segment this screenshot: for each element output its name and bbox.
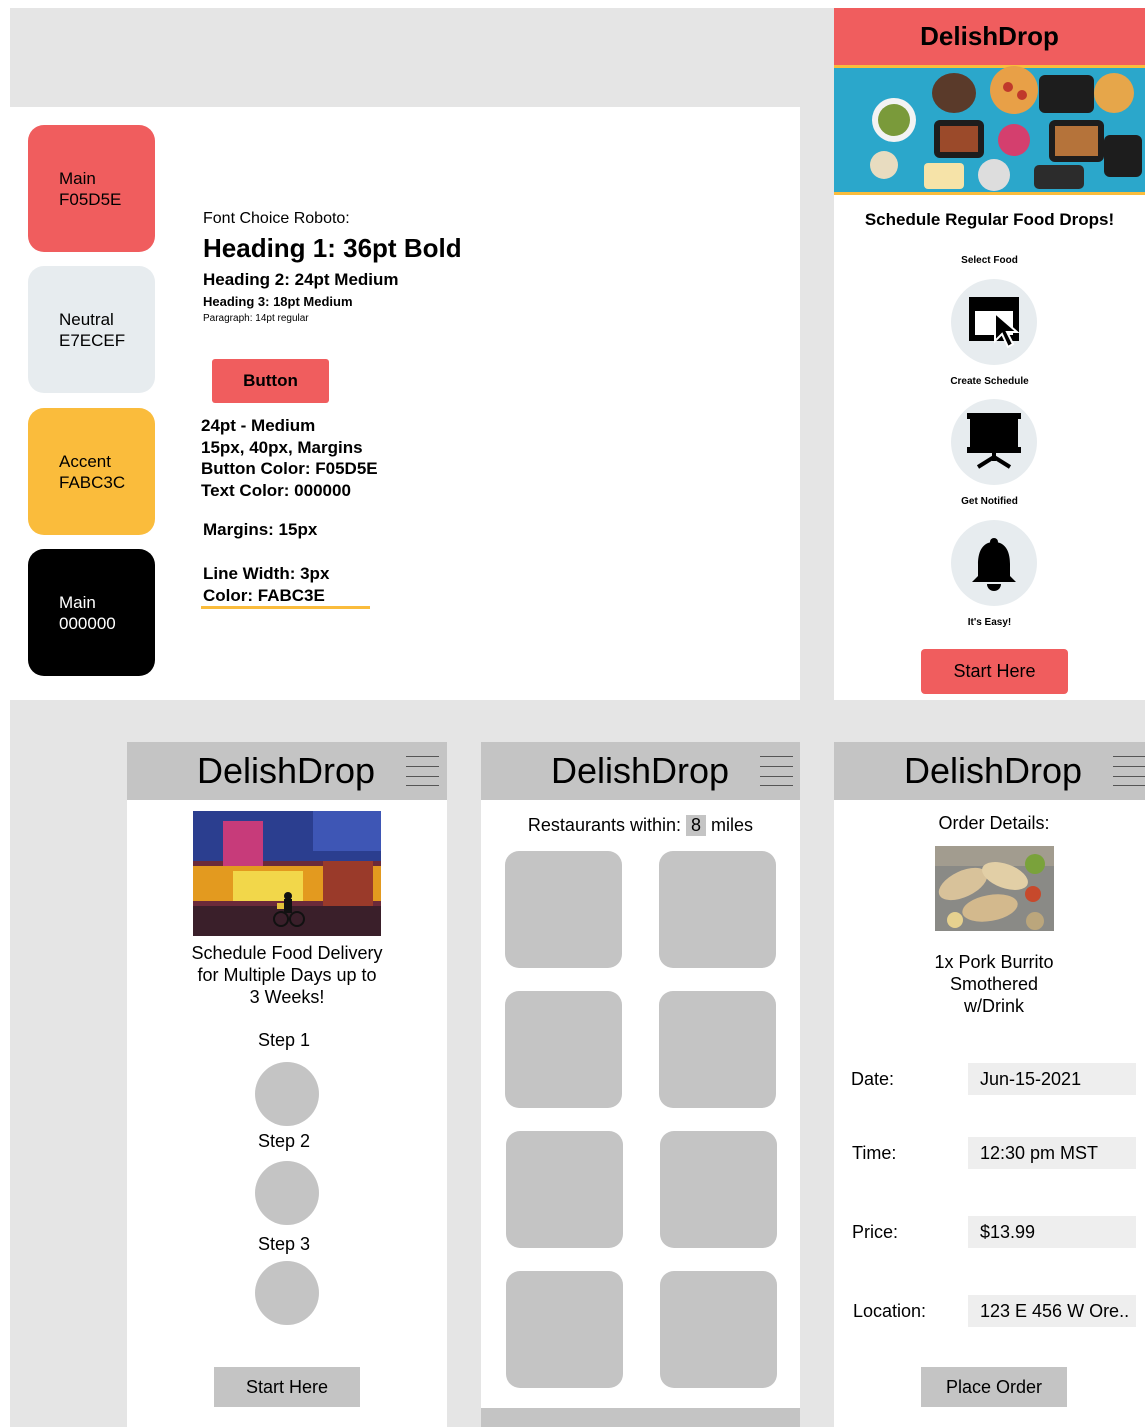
- hifi-start-button-label: Start Here: [953, 661, 1036, 681]
- price-label: Price:: [852, 1222, 899, 1242]
- hifi-header: DelishDrop: [834, 8, 1145, 65]
- restaurant-tile[interactable]: [505, 851, 622, 968]
- hamburger-menu-icon[interactable]: [1113, 756, 1145, 786]
- order-details-title: Order Details:: [938, 813, 1050, 833]
- wire-home-start-label: Start Here: [245, 1377, 329, 1397]
- sample-button-label: Button: [243, 371, 298, 390]
- step-2-label: Step 2: [258, 1131, 311, 1151]
- wire-home-description: Schedule Food Delivery for Multiple Days…: [127, 942, 447, 1008]
- button-spec: Button Color: F05D5E: [201, 459, 378, 478]
- date-label: Date:: [851, 1069, 895, 1089]
- swatch-name: Accent: [59, 451, 111, 471]
- place-order-button[interactable]: Place Order: [921, 1367, 1067, 1407]
- distance-filter-prefix: Restaurants within:: [527, 815, 681, 835]
- swatch-name: Neutral: [59, 309, 114, 329]
- restaurant-tile[interactable]: [505, 991, 622, 1108]
- step-icon-select-food[interactable]: [951, 279, 1037, 365]
- step-icon-create-schedule[interactable]: [951, 399, 1037, 485]
- swatch-neutral: Neutral E7ECEF: [28, 266, 155, 393]
- distance-filter: Restaurants within: 8 miles: [481, 815, 800, 836]
- hifi-footer-note: It's Easy!: [967, 617, 1012, 628]
- order-item-line: Smothered: [949, 974, 1039, 994]
- wire-home-start-button[interactable]: Start Here: [214, 1367, 360, 1407]
- order-item: 1x Pork Burrito Smothered w/Drink: [834, 951, 1145, 1017]
- hamburger-menu-icon[interactable]: [760, 756, 793, 786]
- wire-restaurants-header: DelishDrop: [481, 742, 800, 800]
- distance-input[interactable]: 8: [686, 815, 707, 836]
- time-field[interactable]: 12:30 pm MST: [968, 1137, 1136, 1169]
- description-line: 3 Weeks!: [249, 987, 325, 1007]
- restaurant-tile[interactable]: [659, 991, 776, 1108]
- delivery-cyclist-image: [193, 811, 381, 936]
- swatch-accent: Accent FABC3C: [28, 408, 155, 535]
- date-field[interactable]: Jun-15-2021: [968, 1063, 1136, 1095]
- restaurant-tile[interactable]: [660, 1131, 777, 1248]
- paragraph-sample: Paragraph: 14pt regular: [203, 313, 309, 324]
- step-1-circle[interactable]: [255, 1062, 319, 1126]
- location-field[interactable]: 123 E 456 W Ore..: [968, 1295, 1136, 1327]
- swatch-name: Main: [59, 592, 96, 612]
- restaurant-tile[interactable]: [660, 1271, 777, 1388]
- wire-restaurants-bottom-bar: [481, 1408, 800, 1427]
- font-choice-label: Font Choice Roboto:: [203, 210, 350, 227]
- wire-order-header: DelishDrop: [834, 742, 1145, 800]
- canvas-top-strip: [10, 8, 800, 107]
- sample-button[interactable]: Button: [212, 359, 329, 403]
- swatch-code: 000000: [59, 613, 116, 633]
- order-item-line: 1x Pork Burrito: [934, 952, 1054, 972]
- hifi-brand: DelishDrop: [920, 21, 1059, 51]
- wire-home-brand: DelishDrop: [197, 750, 376, 791]
- restaurant-tile[interactable]: [506, 1131, 623, 1248]
- food-spread-image: [834, 65, 1145, 195]
- swatch-code: FABC3C: [59, 472, 126, 492]
- cursor-window-icon: [969, 297, 1020, 349]
- step-label-select-food: Select Food: [961, 255, 1018, 266]
- heading2-sample: Heading 2: 24pt Medium: [203, 270, 399, 289]
- bell-icon: [972, 538, 1016, 591]
- heading3-sample: Heading 3: 18pt Medium: [203, 294, 353, 309]
- heading1-sample: Heading 1: 36pt Bold: [203, 233, 462, 263]
- swatch-code: F05D5E: [59, 189, 122, 209]
- button-spec: 24pt - Medium: [201, 416, 316, 435]
- presentation-board-icon: [967, 413, 1021, 469]
- wire-restaurants-brand: DelishDrop: [551, 750, 730, 791]
- place-order-label: Place Order: [945, 1377, 1043, 1397]
- step-3-circle[interactable]: [255, 1261, 319, 1325]
- restaurant-tile[interactable]: [506, 1271, 623, 1388]
- step-label-create-schedule: Create Schedule: [950, 376, 1029, 387]
- description-line: for Multiple Days up to: [197, 965, 377, 985]
- line-specs: Line Width: 3px Color: FABC3E: [203, 563, 329, 606]
- accent-line-sample: [201, 606, 370, 609]
- distance-filter-suffix: miles: [711, 815, 754, 835]
- step-3-label: Step 3: [258, 1234, 311, 1254]
- swatch-main: Main F05D5E: [28, 125, 155, 252]
- swatch-name: Main: [59, 168, 96, 188]
- description-line: Schedule Food Delivery: [191, 943, 383, 963]
- hifi-tagline: Schedule Regular Food Drops!: [864, 210, 1115, 229]
- wire-home-header: DelishDrop: [127, 742, 447, 800]
- step-icon-get-notified[interactable]: [951, 520, 1037, 606]
- button-specs: 24pt - Medium 15px, 40px, Margins Button…: [201, 415, 378, 501]
- step-label-get-notified: Get Notified: [961, 496, 1018, 507]
- restaurant-tile[interactable]: [659, 851, 776, 968]
- hifi-start-button[interactable]: Start Here: [921, 649, 1068, 694]
- button-spec: Text Color: 000000: [201, 480, 351, 500]
- location-label: Location:: [853, 1301, 927, 1321]
- price-field[interactable]: $13.99: [968, 1216, 1136, 1248]
- wire-order-brand: DelishDrop: [904, 750, 1083, 791]
- swatch-code: E7ECEF: [59, 330, 126, 350]
- time-label: Time:: [852, 1143, 897, 1163]
- margins-spec: Margins: 15px: [203, 520, 318, 539]
- line-spec: Color: FABC3E: [203, 585, 325, 605]
- step-2-circle[interactable]: [255, 1161, 319, 1225]
- step-1-label: Step 1: [258, 1030, 311, 1050]
- order-item-line: w/Drink: [963, 996, 1024, 1016]
- button-spec: 15px, 40px, Margins: [201, 437, 363, 457]
- hamburger-menu-icon[interactable]: [406, 756, 439, 786]
- burrito-image: [935, 846, 1054, 931]
- line-spec: Line Width: 3px: [203, 564, 330, 583]
- swatch-black: Main 000000: [28, 549, 155, 676]
- canvas-divider-vertical: [800, 8, 834, 701]
